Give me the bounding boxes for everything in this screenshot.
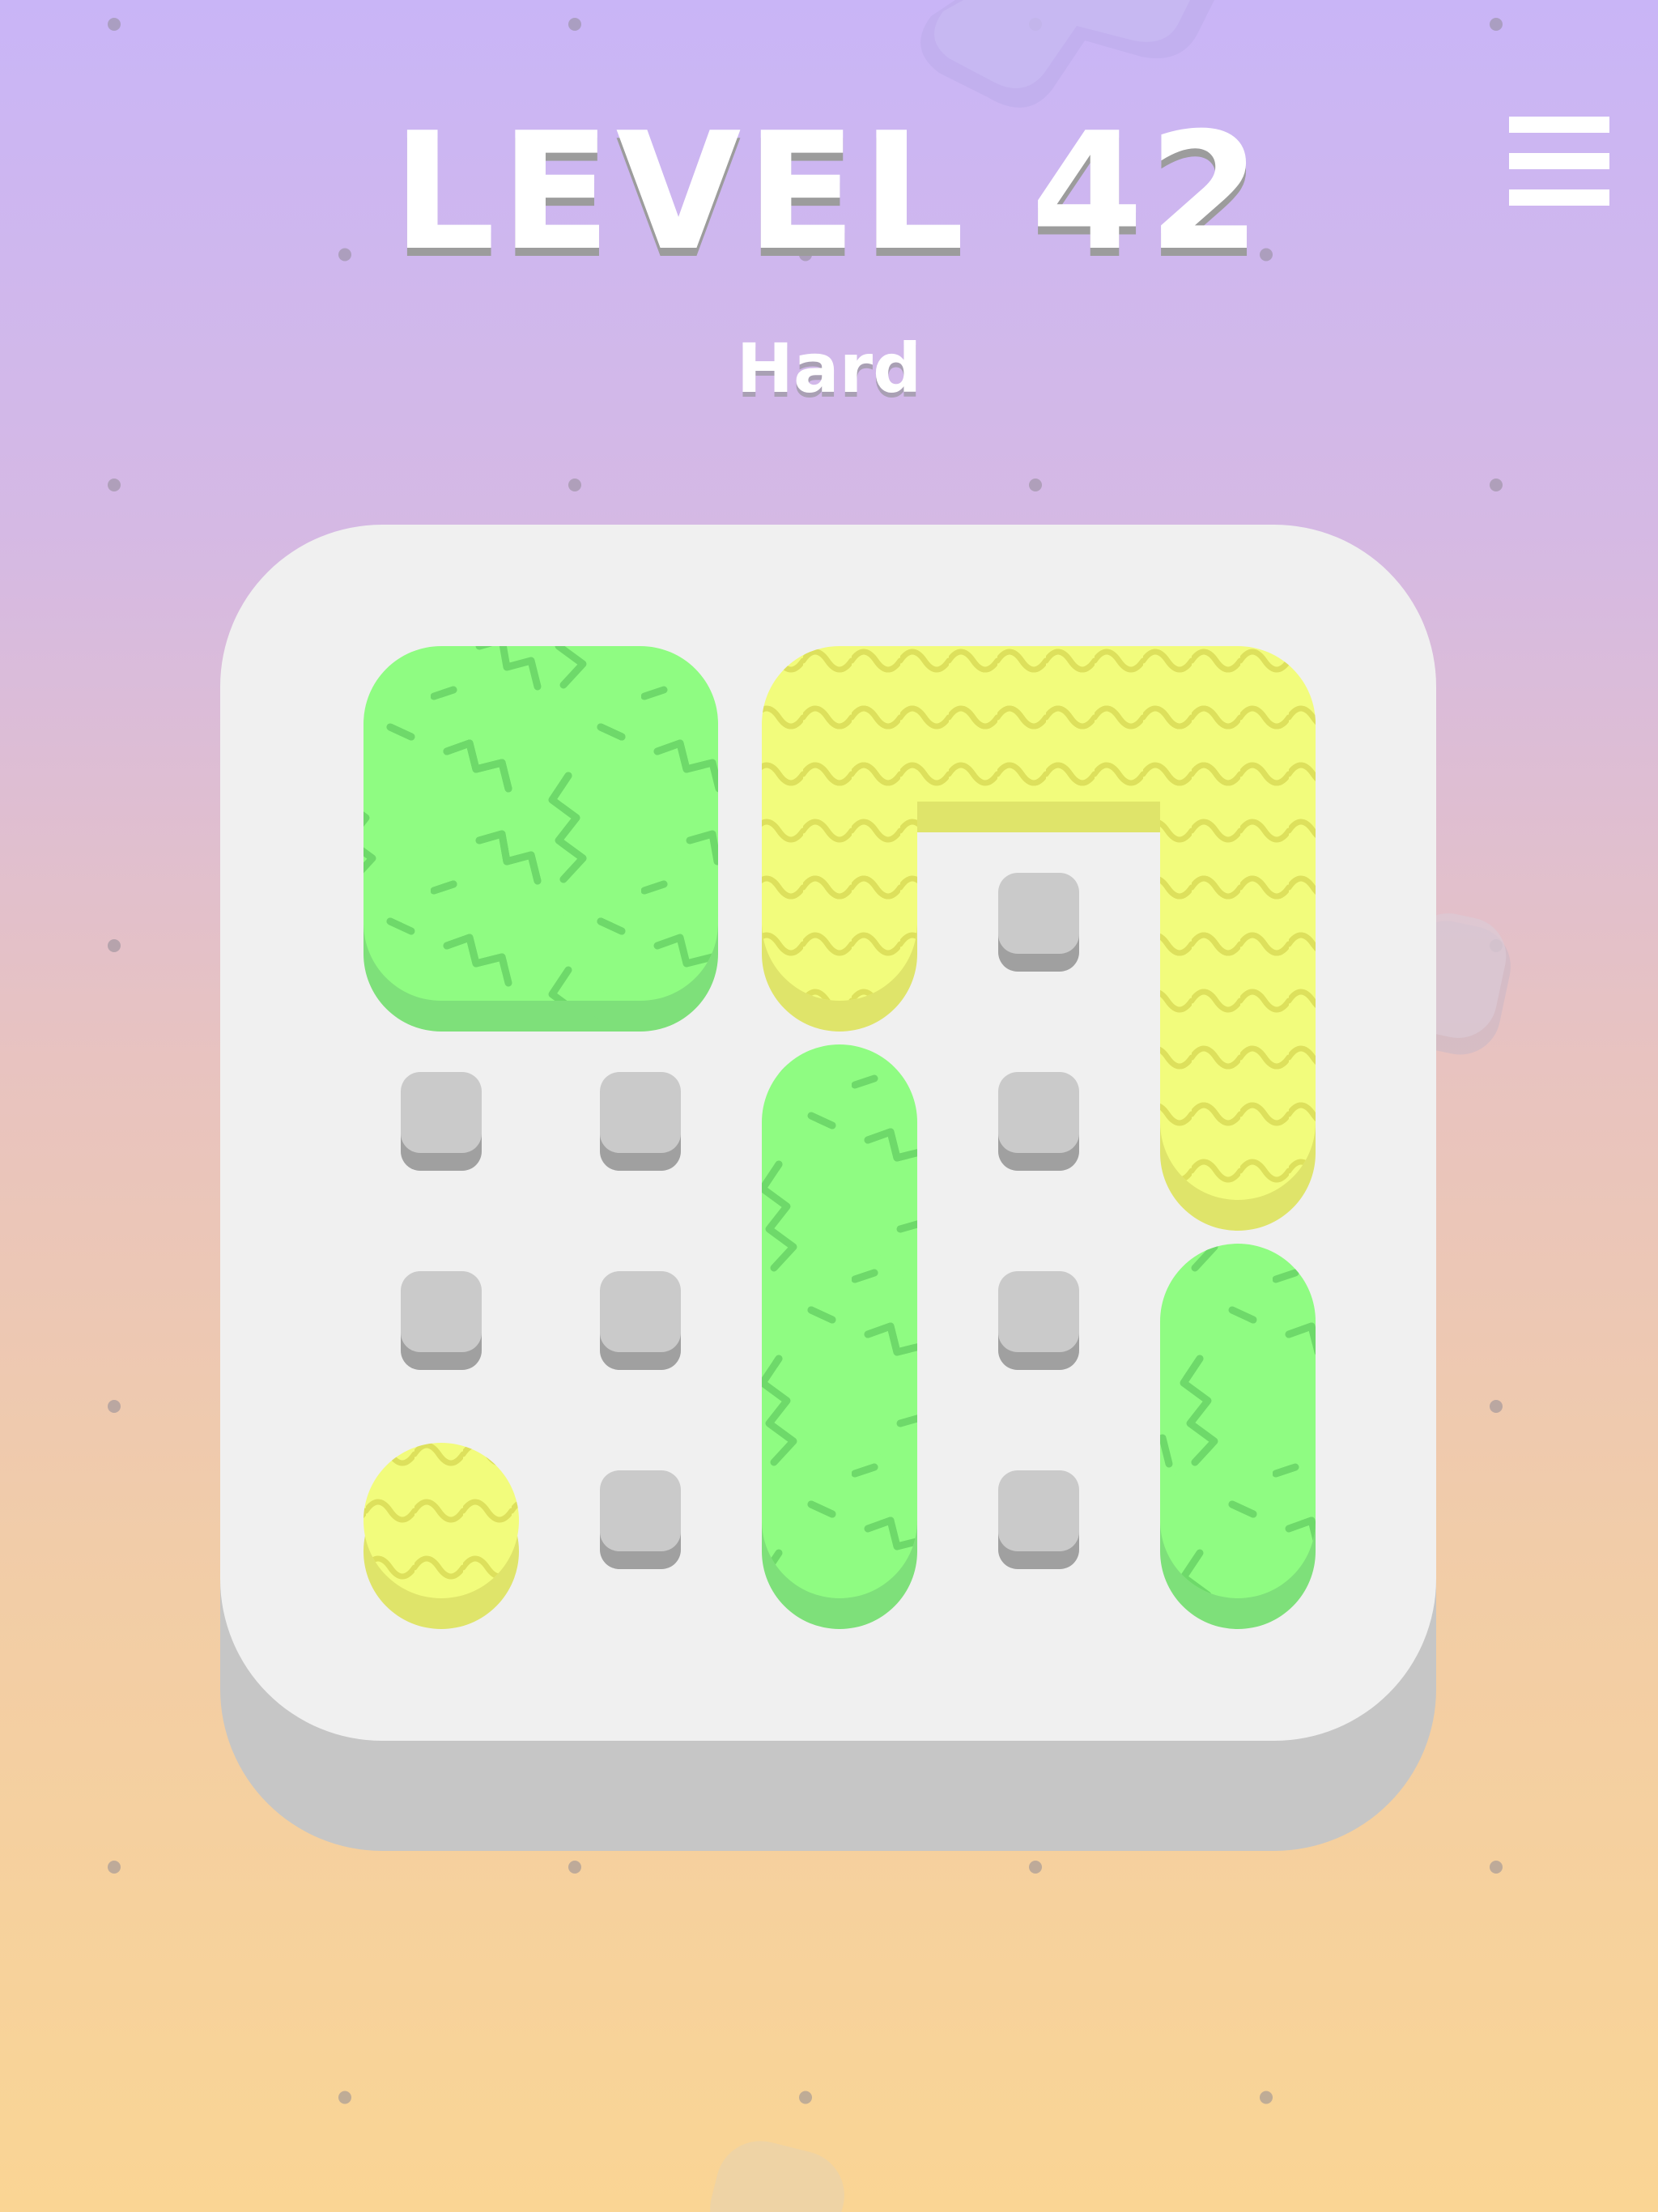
empty-peg-slot[interactable] (600, 1072, 681, 1171)
empty-peg-slot[interactable] (401, 1072, 482, 1171)
decorative-blob-top (920, 0, 1214, 108)
game-board (220, 525, 1436, 1853)
green-tall-right-piece[interactable] (1160, 1244, 1316, 1629)
empty-peg-slot[interactable] (401, 1271, 482, 1370)
puzzle-pieces (363, 646, 1316, 1629)
puzzle-grid (363, 646, 1316, 1629)
difficulty-label: Hard (736, 329, 922, 408)
menu-button[interactable] (1496, 102, 1609, 223)
green-square-piece[interactable] (363, 646, 718, 1032)
empty-peg-slot[interactable] (600, 1470, 681, 1569)
yellow-single-piece[interactable] (363, 1443, 519, 1629)
empty-peg-slot[interactable] (998, 1072, 1079, 1171)
empty-peg-slot[interactable] (998, 1470, 1079, 1569)
green-tall-center-piece[interactable] (762, 1044, 917, 1629)
level-title: LEVEL 42 (392, 98, 1266, 287)
decorative-blob-bottom (710, 2141, 844, 2212)
empty-peg-slot[interactable] (998, 873, 1079, 972)
empty-peg-slot[interactable] (600, 1271, 681, 1370)
empty-peg-slot[interactable] (998, 1271, 1079, 1370)
